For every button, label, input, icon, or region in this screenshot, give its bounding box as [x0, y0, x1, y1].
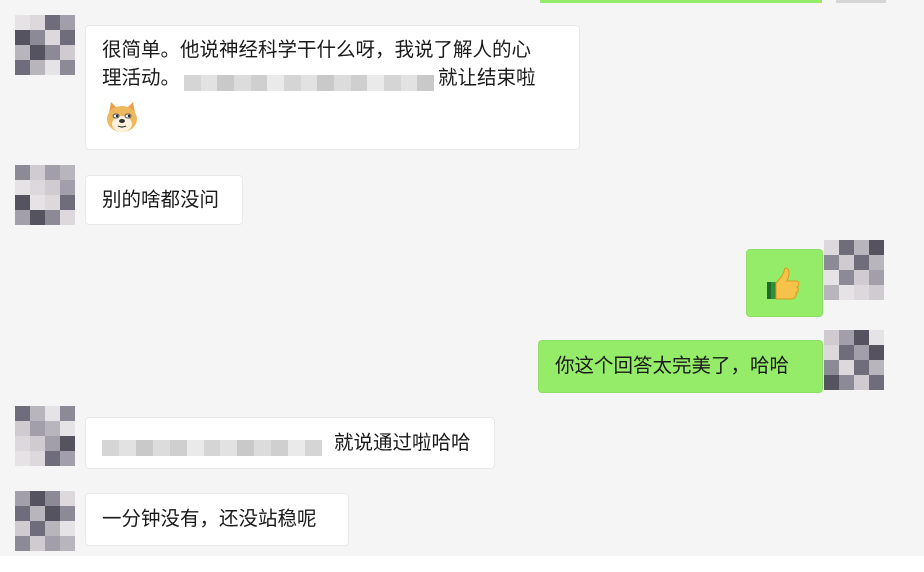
avatar[interactable]: [15, 165, 75, 225]
chat-bubble-incoming[interactable]: 就说通过啦哈哈: [85, 417, 495, 469]
avatar[interactable]: [15, 15, 75, 75]
input-area-edge: [0, 556, 924, 572]
avatar[interactable]: [824, 330, 884, 390]
previous-outgoing-bubble-edge: [540, 0, 822, 3]
chat-bubble-incoming[interactable]: 很简单。他说神经科学干什么呀，我说了解人的心 理活动。 就让结束啦: [85, 25, 580, 150]
message-text: 很简单。他说神经科学干什么呀，我说了解人的心: [102, 38, 532, 61]
message-text: 一分钟没有，还没站稳呢: [102, 507, 317, 530]
chat-bubble-outgoing[interactable]: 你这个回答太完美了，哈哈: [538, 340, 823, 393]
chat-bubble-incoming[interactable]: 别的啥都没问: [85, 175, 243, 225]
message-text: 别的啥都没问: [102, 188, 220, 211]
redacted-mosaic: [184, 71, 434, 91]
previous-avatar-edge: [836, 0, 886, 3]
avatar[interactable]: [15, 406, 75, 466]
message-text-part: 理活动。: [102, 66, 181, 89]
message-text-part: 就说通过啦哈哈: [334, 431, 471, 454]
chat-bubble-outgoing[interactable]: [746, 249, 823, 317]
doge-emoji: [107, 102, 137, 132]
chat-bubble-incoming[interactable]: 一分钟没有，还没站稳呢: [85, 493, 349, 546]
message-text: 理活动。 就让结束啦: [102, 64, 563, 92]
thumbs-up-emoji: [767, 267, 800, 300]
avatar[interactable]: [15, 491, 75, 551]
redacted-mosaic: [102, 436, 322, 456]
message-text: 就说通过啦哈哈: [102, 429, 478, 457]
message-text: 你这个回答太完美了，哈哈: [555, 354, 790, 377]
message-text-part: 就让结束啦: [438, 66, 536, 89]
avatar[interactable]: [824, 240, 884, 300]
